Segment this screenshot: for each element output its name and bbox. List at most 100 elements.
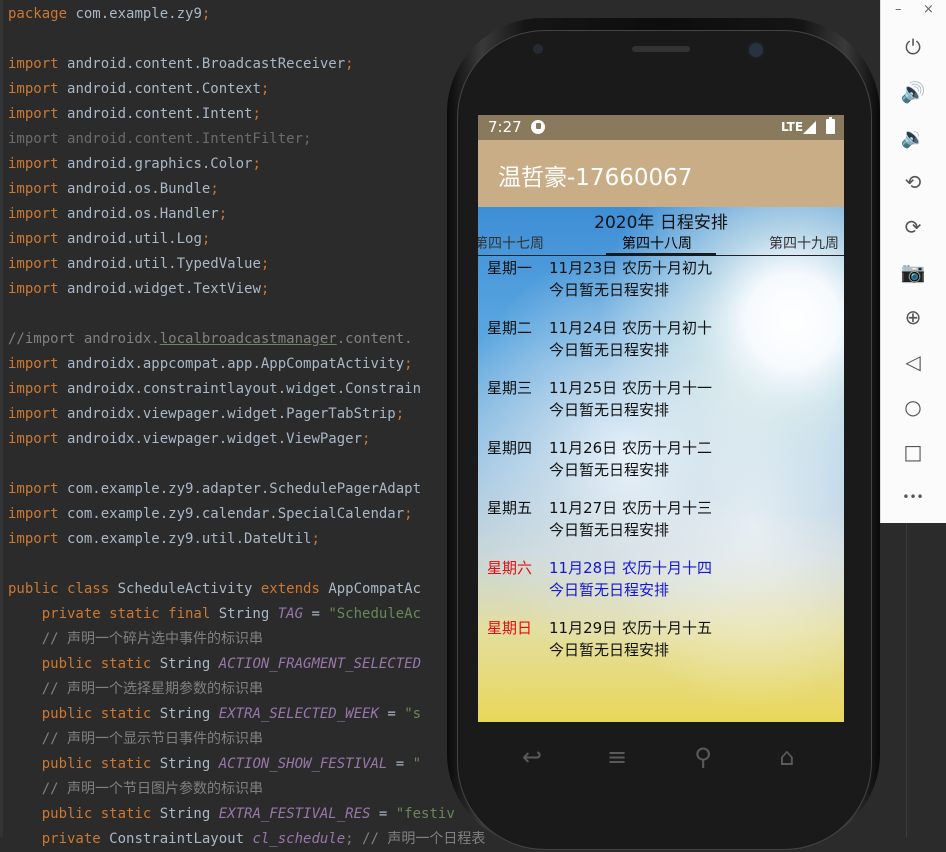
day-row[interactable]: 星期一 11月23日 农历十月初九 今日暂无日程安排 — [478, 257, 844, 307]
code-token: import — [8, 281, 68, 297]
code-token: ; — [210, 181, 219, 197]
code-token: = — [387, 756, 413, 772]
code-token: String — [159, 806, 219, 822]
minimize-button[interactable]: – — [895, 2, 902, 17]
code-token: import android.content.IntentFilter; — [8, 131, 312, 147]
code-token: android.content.Context — [67, 81, 261, 97]
code-token: android.content.BroadcastReceiver — [67, 56, 346, 72]
code-token: private — [8, 831, 110, 847]
code-token: com.example.zy9.util.DateUtil — [67, 531, 312, 547]
pager-tab-strip[interactable]: 第四十七周 第四十八周 第四十九周 — [478, 231, 844, 256]
search-key-button[interactable]: ⚲ — [683, 743, 723, 773]
app-bar: 温哲豪-17660067 — [478, 140, 844, 207]
code-token: ; — [345, 56, 354, 72]
code-token: import — [8, 481, 68, 497]
volume-down-icon[interactable]: 🔉 — [897, 121, 929, 153]
code-token: ACTION_SHOW_FESTIVAL — [218, 756, 388, 772]
code-token: import — [8, 356, 68, 372]
code-token: android.os.Bundle — [67, 181, 211, 197]
hardware-nav-keys: ↩ ≡ ⚲ ⌂ — [447, 743, 880, 793]
code-token: ACTION_FRAGMENT_SELECTED — [218, 656, 422, 672]
code-token: ; — [252, 106, 261, 122]
rotate-left-icon[interactable]: ⟲ — [897, 166, 929, 198]
schedule-text: 今日暂无日程安排 — [549, 401, 670, 419]
day-row[interactable]: 星期五 11月27日 农历十月十三 今日暂无日程安排 — [478, 497, 844, 547]
code-token: ; — [395, 406, 405, 422]
emulator-device-frame: 7:27 LTE 温哲豪-17660067 2020年 日程安排 第四十七周 第… — [447, 18, 880, 850]
front-camera — [747, 41, 765, 59]
code-token: EXTRA_SELECTED_WEEK — [218, 706, 379, 722]
day-row[interactable]: 星期日 11月29日 农历十月十五 今日暂无日程安排 — [478, 617, 844, 667]
tab-current-week[interactable]: 第四十八周 — [622, 233, 692, 253]
code-token: ; — [311, 531, 320, 547]
back-key-icon: ↩ — [521, 743, 543, 771]
day-row[interactable]: 星期三 11月25日 农历十月十一 今日暂无日程安排 — [478, 377, 844, 427]
schedule-text: 今日暂无日程安排 — [549, 581, 670, 599]
code-token: AppCompatAc — [328, 581, 422, 597]
code-token: android.os.Handler — [67, 206, 219, 222]
menu-key-icon: ≡ — [606, 743, 628, 771]
home-key-button[interactable]: ⌂ — [767, 743, 807, 773]
rotate-right-icon[interactable]: ⟳ — [897, 211, 929, 243]
code-token: private static final — [8, 606, 219, 622]
status-bar: 7:27 LTE — [478, 115, 844, 140]
date-lunar-label: 11月26日 农历十月十二 — [549, 439, 712, 457]
volume-up-icon[interactable]: 🔊 — [897, 76, 929, 108]
right-margin-guide — [906, 520, 907, 837]
back-icon[interactable]: ◁ — [897, 346, 929, 378]
tab-indicator — [606, 253, 716, 256]
weekday-label: 星期六 — [487, 559, 533, 577]
code-token: = — [303, 606, 329, 622]
code-token: ConstraintLayout — [109, 831, 253, 847]
code-token: ; — [260, 256, 270, 272]
device-screen[interactable]: 7:27 LTE 温哲豪-17660067 2020年 日程安排 第四十七周 第… — [478, 115, 844, 722]
code-token: android.util.TypedValue — [67, 256, 261, 272]
battery-icon — [826, 117, 835, 134]
emulator-toolbar: – × ⏻ 🔊 🔉 ⟲ ⟳ 📷 ⊕ ◁ ○ □ ••• — [880, 0, 946, 523]
code-token: localbroadcastmanager — [159, 331, 337, 347]
page-title: 2020年 日程安排 — [594, 213, 728, 233]
weekday-label: 星期一 — [487, 259, 533, 277]
code-token: ; — [404, 506, 413, 522]
schedule-content[interactable]: 2020年 日程安排 第四十七周 第四十八周 第四十九周 星期一 11月23日 农… — [478, 207, 844, 722]
back-key-button[interactable]: ↩ — [512, 743, 552, 773]
home-icon[interactable]: ○ — [897, 391, 929, 423]
code-token: // 声明一个碎片选中事件的标识串 — [8, 631, 264, 647]
proximity-sensor — [533, 44, 543, 54]
code-token: = — [370, 806, 396, 822]
code-token: //import androidx. — [8, 331, 160, 347]
schedule-text: 今日暂无日程安排 — [549, 521, 670, 539]
code-token: import — [8, 56, 68, 72]
code-token: import — [8, 181, 68, 197]
tab-next-week[interactable]: 第四十九周 — [769, 233, 839, 253]
weekday-label: 星期二 — [487, 319, 533, 337]
zoom-icon[interactable]: ⊕ — [897, 301, 929, 333]
date-lunar-label: 11月27日 农历十月十三 — [549, 499, 712, 517]
close-button[interactable]: × — [923, 2, 934, 17]
menu-key-button[interactable]: ≡ — [597, 743, 637, 773]
network-type: LTE — [781, 120, 804, 134]
code-token: cl_schedule — [252, 831, 346, 847]
code-token: extends — [260, 581, 329, 597]
day-row[interactable]: 星期四 11月26日 农历十月十二 今日暂无日程安排 — [478, 437, 844, 487]
code-token: import — [8, 156, 68, 172]
code-token: // 声明一个显示节日事件的标识串 — [8, 731, 264, 747]
camera-icon[interactable]: 📷 — [897, 256, 929, 288]
weekday-label: 星期日 — [487, 619, 533, 637]
tab-prev-week[interactable]: 第四十七周 — [478, 233, 544, 253]
day-row[interactable]: 星期二 11月24日 农历十月初十 今日暂无日程安排 — [478, 317, 844, 367]
code-token: ; — [252, 156, 261, 172]
code-token: import — [8, 231, 68, 247]
code-token: android.util.Log — [67, 231, 202, 247]
schedule-text: 今日暂无日程安排 — [549, 641, 670, 659]
weekday-label: 星期四 — [487, 439, 533, 457]
day-row[interactable]: 星期六 11月28日 农历十月十四 今日暂无日程安排 — [478, 557, 844, 607]
code-token: androidx.viewpager.widget.PagerTabStrip — [67, 406, 396, 422]
schedule-text: 今日暂无日程安排 — [549, 461, 670, 479]
more-icon[interactable]: ••• — [897, 481, 929, 513]
code-token: com.example.zy9.calendar.SpecialCalendar — [67, 506, 405, 522]
schedule-text: 今日暂无日程安排 — [549, 281, 670, 299]
power-icon[interactable]: ⏻ — [897, 31, 929, 63]
overview-icon[interactable]: □ — [897, 436, 929, 468]
weekday-label: 星期三 — [487, 379, 533, 397]
